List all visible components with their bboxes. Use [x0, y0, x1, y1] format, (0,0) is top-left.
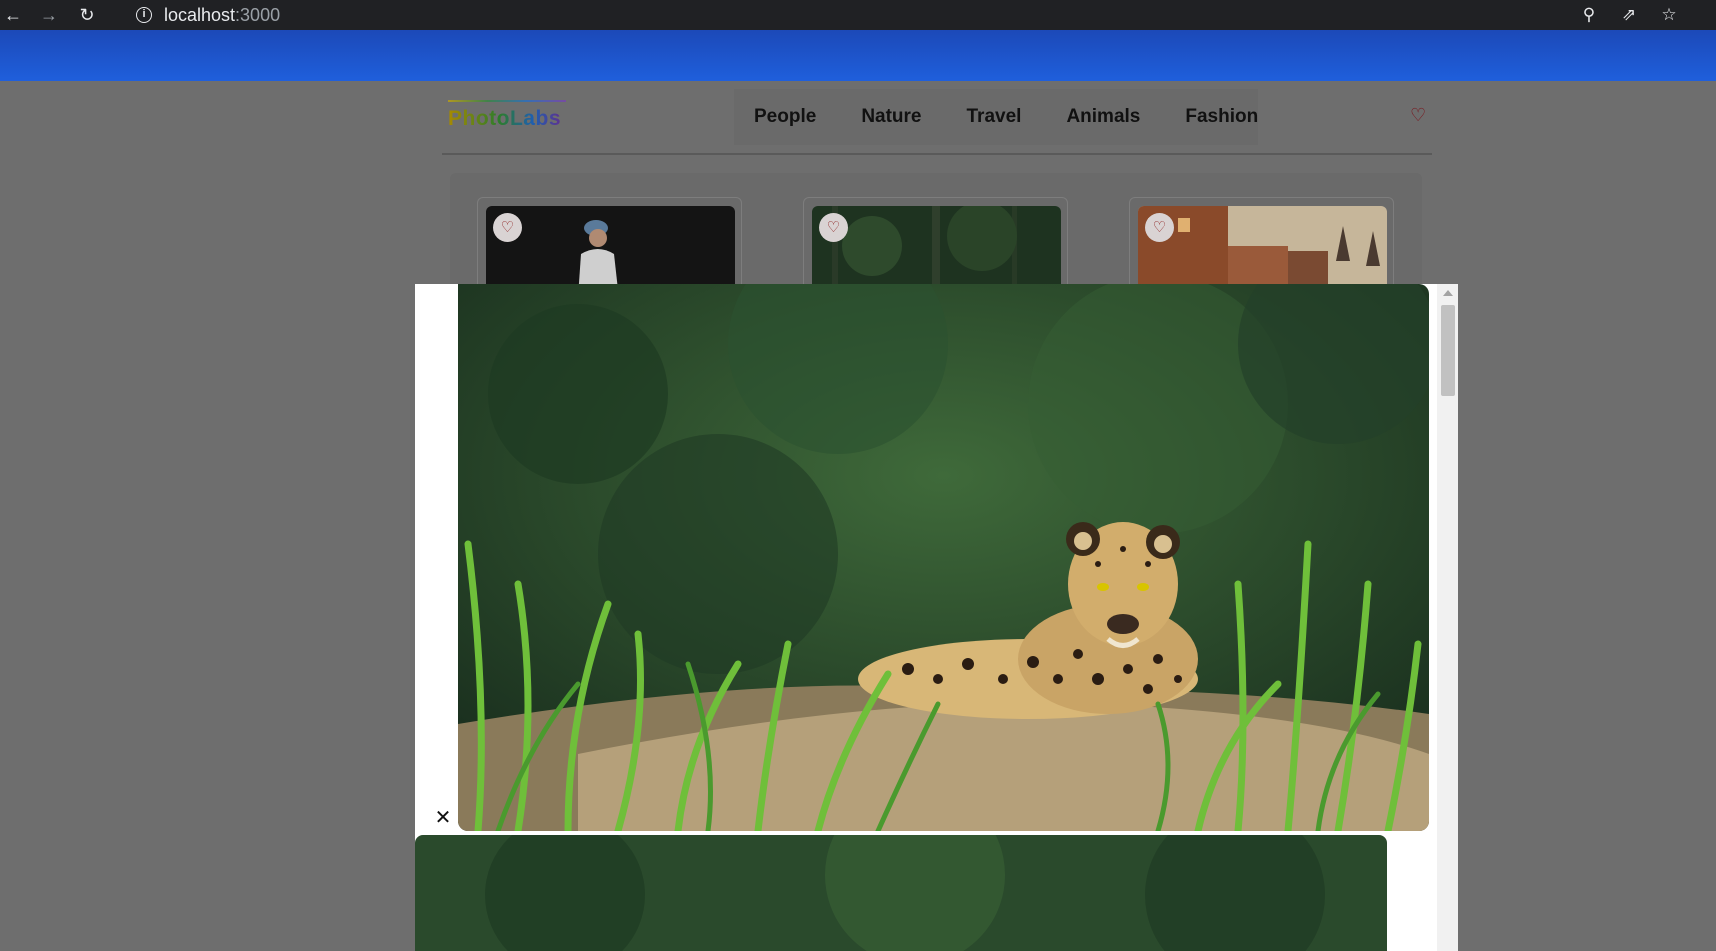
top-navigation-bar: PhotoLabs People Nature Travel Animals F… [442, 81, 1432, 155]
topic-fashion[interactable]: Fashion [1185, 106, 1258, 128]
info-icon[interactable]: i [136, 7, 152, 23]
photo-details-modal: ✕ [415, 284, 1458, 951]
address-bar[interactable]: i localhost:3000 [122, 0, 280, 30]
url-host: localhost [164, 4, 236, 25]
heart-icon[interactable]: ♡ [1145, 213, 1174, 242]
topic-nature[interactable]: Nature [861, 106, 921, 128]
forward-icon[interactable]: → [36, 2, 62, 28]
heart-icon[interactable]: ♡ [819, 213, 848, 242]
logo[interactable]: PhotoLabs [448, 105, 578, 137]
share-icon[interactable]: ⇗ [1616, 2, 1642, 28]
logo-underline [448, 100, 566, 102]
logo-text: PhotoLabs [448, 107, 561, 130]
page-header-band [0, 30, 1716, 81]
topic-people[interactable]: People [754, 106, 816, 128]
similar-photo-image [415, 835, 1387, 951]
star-icon[interactable]: ☆ [1656, 2, 1682, 28]
topic-animals[interactable]: Animals [1066, 106, 1140, 128]
logo-wordmark: PhotoLabs [448, 107, 561, 130]
modal-main-photo [458, 284, 1429, 831]
back-icon[interactable]: ← [0, 2, 26, 28]
browser-toolbar: ← → ↻ i localhost:3000 ⚲ ⇗ ☆ [0, 0, 1716, 30]
reload-icon[interactable]: ↻ [74, 2, 100, 28]
url-port: :3000 [235, 4, 281, 25]
topic-travel[interactable]: Travel [967, 106, 1022, 128]
zoom-icon[interactable]: ⚲ [1576, 2, 1602, 28]
fav-badge-heart-icon[interactable]: ♡ [1410, 105, 1426, 126]
modal-scrollbar[interactable] [1437, 284, 1458, 951]
jaguar-photo-image [458, 284, 1429, 831]
scroll-up-arrow-icon[interactable] [1443, 290, 1453, 296]
similar-photo[interactable] [415, 835, 1387, 951]
heart-icon[interactable]: ♡ [493, 213, 522, 242]
scrollbar-thumb[interactable] [1441, 305, 1455, 396]
close-icon[interactable]: ✕ [433, 808, 453, 828]
topic-list: People Nature Travel Animals Fashion [734, 89, 1259, 145]
